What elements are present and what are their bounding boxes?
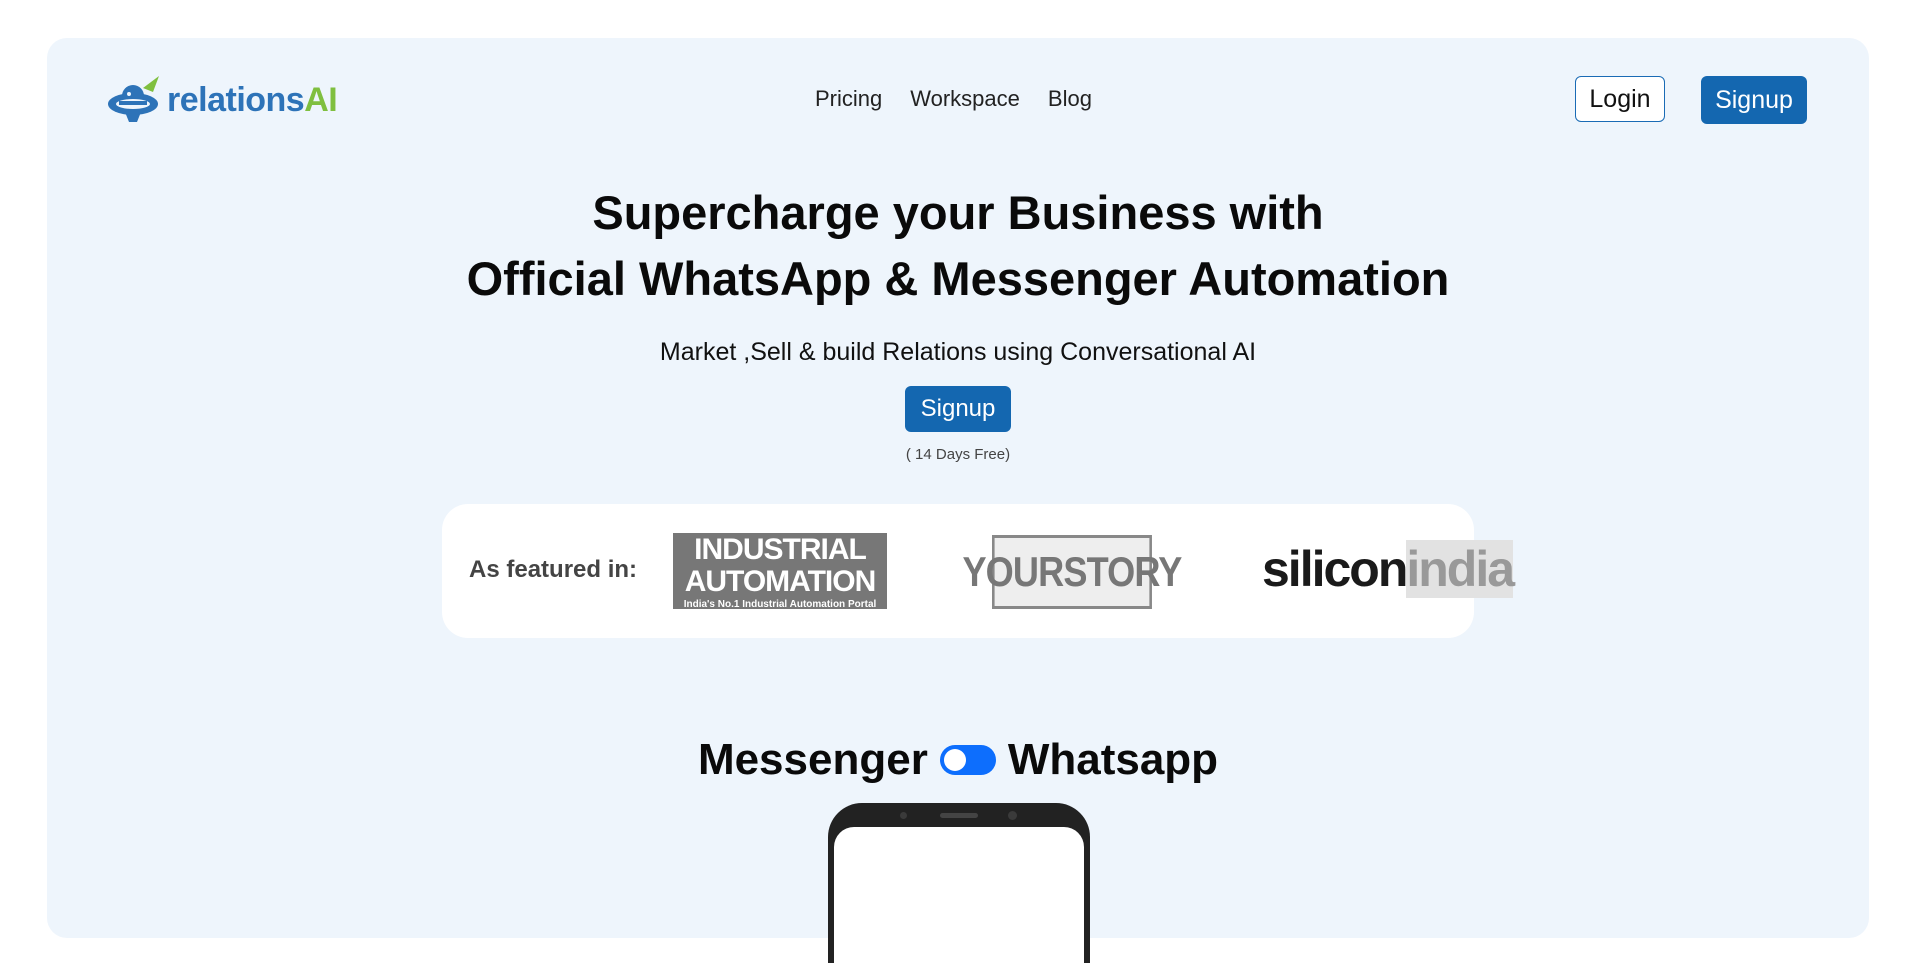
nav-pricing[interactable]: Pricing xyxy=(815,86,882,112)
free-trial-note: ( 14 Days Free) xyxy=(905,446,1011,463)
featured-in-panel: As featured in: INDUSTRIAL AUTOMATION In… xyxy=(442,504,1515,638)
messenger-label: Messenger xyxy=(697,735,928,784)
signup-button[interactable]: Signup xyxy=(1701,76,1807,124)
hero-subtitle: Market ,Sell & build Relations using Con… xyxy=(659,338,1257,366)
siliconindia-logo[interactable]: silicon india xyxy=(1262,540,1515,598)
main-nav: Pricing Workspace Blog xyxy=(815,86,1092,112)
logo-wordmark: relationsAI xyxy=(167,80,338,119)
channel-toggle-row: Messenger Whatsapp xyxy=(47,735,1869,785)
page-card: relationsAI Pricing Workspace Blog Login… xyxy=(47,38,1869,967)
channel-toggle-switch[interactable] xyxy=(939,745,996,775)
login-button[interactable]: Login xyxy=(1575,76,1665,122)
featured-label: As featured in: xyxy=(469,556,638,583)
phone-sensor xyxy=(900,812,907,819)
robot-rocket-icon xyxy=(108,76,159,122)
nav-workspace[interactable]: Workspace xyxy=(910,86,1020,112)
hero-signup-button[interactable]: Signup xyxy=(905,386,1011,432)
yourstory-logo[interactable]: YOURSTORY xyxy=(962,535,1182,609)
phone-speaker xyxy=(940,813,978,818)
hero-title-line2: Official WhatsApp & Messenger Automation xyxy=(466,252,1450,305)
phone-camera-icon xyxy=(1008,811,1017,820)
whatsapp-label: Whatsapp xyxy=(1007,735,1219,784)
relationsai-logo[interactable]: relationsAI xyxy=(107,74,338,126)
industrial-automation-logo[interactable]: INDUSTRIAL AUTOMATION India's No.1 Indus… xyxy=(673,533,887,609)
phone-screen xyxy=(834,827,1084,967)
hero-title-line1: Supercharge your Business with xyxy=(592,186,1324,239)
phone-mockup xyxy=(828,803,1090,967)
hero-title: Supercharge your Business with Official … xyxy=(47,180,1869,312)
toggle-knob xyxy=(943,749,966,771)
nav-blog[interactable]: Blog xyxy=(1048,86,1092,112)
